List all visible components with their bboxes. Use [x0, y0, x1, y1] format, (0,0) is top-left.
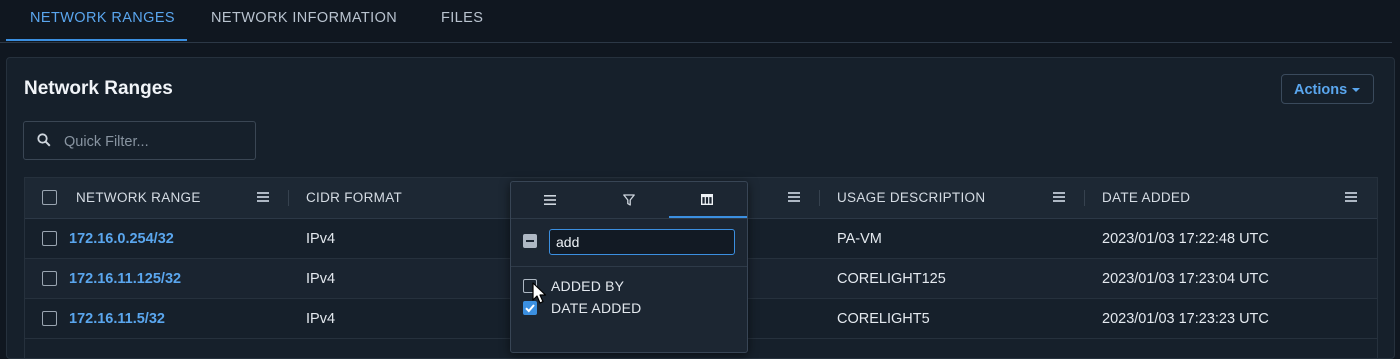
cidr-format-cell: IPv4 [306, 311, 336, 327]
search-icon [37, 133, 51, 147]
column-menu-icon[interactable] [1345, 192, 1357, 202]
select-all-checkbox[interactable] [42, 190, 57, 205]
column-option-date-added[interactable]: DATE ADDED [523, 299, 723, 319]
filter-icon [623, 194, 635, 206]
tab-bar: NETWORK RANGES NETWORK INFORMATION FILES [0, 0, 1392, 43]
popup-divider [511, 266, 747, 267]
column-option-added-by[interactable]: ADDED BY [523, 277, 723, 297]
general-tab[interactable] [511, 182, 589, 218]
column-header-date-added[interactable]: DATE ADDED [1102, 178, 1190, 218]
mouse-cursor-icon [532, 282, 547, 304]
column-separator[interactable] [1084, 190, 1085, 206]
column-option-label: DATE ADDED [551, 300, 642, 316]
menu-icon [544, 195, 556, 205]
column-header-network-range[interactable]: NETWORK RANGE [76, 178, 201, 218]
caret-down-icon [1352, 88, 1360, 92]
select-all-columns-checkbox[interactable] [523, 234, 537, 248]
columns-icon [701, 194, 713, 205]
column-menu-icon[interactable] [788, 192, 800, 202]
cidr-format-cell: IPv4 [306, 271, 336, 287]
column-option-label: ADDED BY [551, 278, 625, 294]
column-search-input[interactable] [549, 229, 735, 255]
network-range-link[interactable]: 172.16.11.5/32 [69, 299, 165, 338]
date-added-cell: 2023/01/03 17:23:23 UTC [1102, 311, 1269, 327]
tab-network-ranges[interactable]: NETWORK RANGES [30, 0, 175, 42]
date-added-cell: 2023/01/03 17:23:04 UTC [1102, 271, 1269, 287]
usage-description-cell: CORELIGHT5 [837, 311, 930, 327]
active-tab-indicator [6, 39, 187, 41]
network-range-link[interactable]: 172.16.0.254/32 [69, 219, 174, 258]
date-added-cell: 2023/01/03 17:22:48 UTC [1102, 231, 1269, 247]
column-header-cidr-format[interactable]: CIDR FORMAT [306, 178, 402, 218]
row-checkbox[interactable] [42, 231, 57, 246]
usage-description-cell: CORELIGHT125 [837, 271, 946, 287]
quick-filter-input[interactable] [62, 130, 246, 154]
network-range-link[interactable]: 172.16.11.125/32 [69, 259, 181, 298]
column-menu-icon[interactable] [1053, 192, 1065, 202]
row-checkbox[interactable] [42, 271, 57, 286]
column-menu-popup: ADDED BY DATE ADDED [510, 181, 748, 353]
tab-files[interactable]: FILES [441, 0, 483, 42]
column-separator[interactable] [819, 190, 820, 206]
columns-tab[interactable] [669, 182, 747, 218]
filter-tab[interactable] [590, 182, 668, 218]
cidr-format-cell: IPv4 [306, 231, 336, 247]
page-title: Network Ranges [24, 78, 173, 99]
column-header-usage-description[interactable]: USAGE DESCRIPTION [837, 178, 985, 218]
column-separator[interactable] [288, 190, 289, 206]
usage-description-cell: PA-VM [837, 231, 882, 247]
actions-button-label: Actions [1294, 82, 1348, 98]
row-checkbox[interactable] [42, 311, 57, 326]
popup-tabs-divider [511, 218, 747, 219]
quick-filter[interactable] [23, 121, 256, 160]
tab-network-information[interactable]: NETWORK INFORMATION [211, 0, 397, 42]
column-menu-icon[interactable] [257, 192, 269, 202]
actions-button[interactable]: Actions [1281, 74, 1374, 104]
